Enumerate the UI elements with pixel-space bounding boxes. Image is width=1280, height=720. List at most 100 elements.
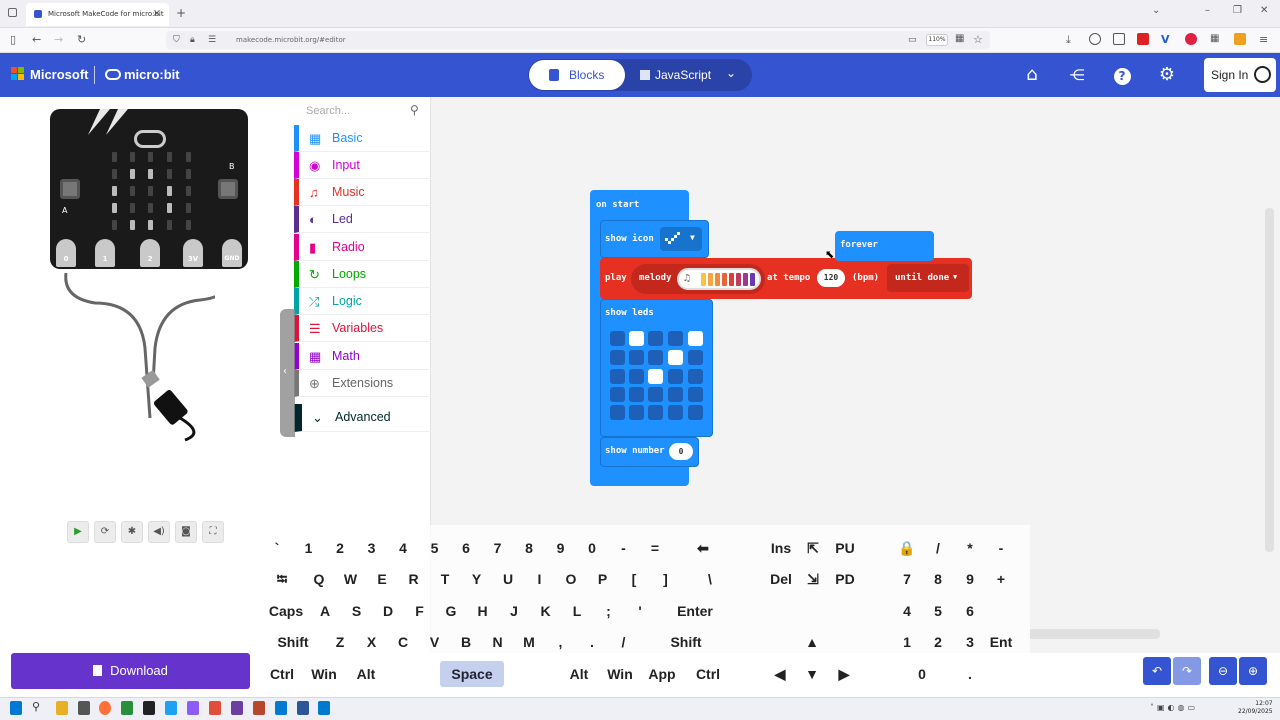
- key[interactable]: 3: [958, 629, 982, 655]
- key[interactable]: Q: [305, 566, 333, 592]
- bookmark-star-icon[interactable]: ☆: [973, 33, 983, 46]
- key[interactable]: Y: [463, 566, 491, 592]
- key[interactable]: App: [645, 661, 679, 687]
- permissions-icon[interactable]: ☰: [208, 35, 216, 45]
- taskbar-app-icon[interactable]: [275, 701, 287, 715]
- led-cell[interactable]: [629, 350, 644, 365]
- help-icon[interactable]: ?: [1111, 64, 1133, 86]
- key[interactable]: 4: [895, 598, 919, 624]
- tempo-input[interactable]: 120: [817, 269, 845, 287]
- toolbox-category-input[interactable]: ◉ Input: [294, 152, 431, 179]
- tab-list-chevron-icon[interactable]: ⌄: [1152, 5, 1160, 16]
- led-cell[interactable]: [688, 405, 703, 420]
- key[interactable]: Alt: [562, 661, 596, 687]
- key[interactable]: G: [437, 598, 465, 624]
- led-cell[interactable]: [688, 350, 703, 365]
- blocks-button[interactable]: Blocks: [529, 60, 625, 90]
- key[interactable]: Space: [440, 661, 504, 687]
- key[interactable]: M: [515, 629, 543, 655]
- minimize-icon[interactable]: –: [1205, 5, 1210, 16]
- led-cell[interactable]: [648, 350, 663, 365]
- key[interactable]: ⇱: [802, 535, 824, 561]
- key[interactable]: Del: [766, 566, 796, 592]
- key[interactable]: +: [989, 566, 1013, 592]
- key[interactable]: 6: [452, 535, 480, 561]
- key[interactable]: T: [431, 566, 459, 592]
- key[interactable]: .: [958, 661, 982, 687]
- led-cell[interactable]: [648, 387, 663, 402]
- zoom-level[interactable]: 110%: [926, 34, 948, 46]
- key[interactable]: ]: [652, 566, 680, 592]
- key[interactable]: ': [626, 598, 654, 624]
- key[interactable]: 8: [515, 535, 543, 561]
- key[interactable]: L: [563, 598, 591, 624]
- taskbar-app-icon[interactable]: [121, 701, 133, 715]
- taskbar-app-icon[interactable]: [165, 701, 177, 715]
- led-cell[interactable]: [668, 331, 683, 346]
- key[interactable]: =: [641, 535, 669, 561]
- key[interactable]: Shift: [650, 629, 722, 655]
- key[interactable]: Alt: [349, 661, 383, 687]
- restart-icon[interactable]: ⟳: [94, 521, 116, 543]
- key[interactable]: 0: [895, 661, 949, 687]
- redo-icon[interactable]: ↷: [1173, 657, 1201, 685]
- key[interactable]: H: [469, 598, 497, 624]
- taskbar-clock[interactable]: 12:07 22/09/2025: [1238, 700, 1273, 716]
- toolbox-category-music[interactable]: ♫ Music: [294, 179, 431, 206]
- toolbox-category-basic[interactable]: ▦ Basic: [294, 125, 431, 152]
- melody-picker[interactable]: ♫: [677, 268, 761, 290]
- key[interactable]: 7: [484, 535, 512, 561]
- toolbox-category-loops[interactable]: ↻ Loops: [294, 261, 431, 288]
- key[interactable]: Win: [307, 661, 341, 687]
- key[interactable]: O: [557, 566, 585, 592]
- key[interactable]: ▶: [832, 661, 856, 687]
- key[interactable]: Shift: [268, 629, 318, 655]
- icon-dropdown[interactable]: ▼: [660, 227, 702, 251]
- key[interactable]: ▲: [800, 629, 824, 655]
- key[interactable]: J: [500, 598, 528, 624]
- addon-red-icon[interactable]: [1137, 33, 1149, 45]
- led-cell[interactable]: [610, 405, 625, 420]
- key[interactable]: 🔒: [895, 535, 919, 561]
- key[interactable]: S: [343, 598, 371, 624]
- key[interactable]: E: [368, 566, 396, 592]
- key[interactable]: ,: [547, 629, 575, 655]
- key[interactable]: 5: [926, 598, 950, 624]
- key[interactable]: *: [958, 535, 982, 561]
- key[interactable]: R: [400, 566, 428, 592]
- key[interactable]: Ent: [987, 629, 1015, 655]
- led-cell[interactable]: [668, 369, 683, 384]
- key[interactable]: B: [452, 629, 480, 655]
- sidebar-icon[interactable]: ▯: [10, 33, 16, 46]
- taskbar-app-icon[interactable]: [187, 701, 199, 715]
- menu-icon[interactable]: ≡: [1259, 33, 1268, 46]
- powerpoint-icon[interactable]: [253, 701, 265, 715]
- key[interactable]: 8: [926, 566, 950, 592]
- key[interactable]: ⭾: [268, 566, 296, 592]
- led-cell[interactable]: [688, 331, 703, 346]
- key[interactable]: .: [578, 629, 606, 655]
- key[interactable]: 1: [295, 535, 323, 561]
- key[interactable]: 0: [578, 535, 606, 561]
- key[interactable]: /: [610, 629, 638, 655]
- led-cell[interactable]: [610, 350, 625, 365]
- key[interactable]: V: [421, 629, 449, 655]
- key[interactable]: -: [610, 535, 638, 561]
- key[interactable]: U: [494, 566, 522, 592]
- collapse-simulator-handle[interactable]: ‹: [280, 309, 295, 437]
- toolbox-category-radio[interactable]: ▮ Radio: [294, 234, 431, 261]
- mute-speaker-icon[interactable]: ◀): [148, 521, 170, 543]
- led-cell[interactable]: [610, 387, 625, 402]
- reload-icon[interactable]: ↻: [77, 33, 86, 46]
- key[interactable]: /: [926, 535, 950, 561]
- number-input[interactable]: 0: [669, 443, 693, 460]
- extension-icon[interactable]: [1113, 33, 1125, 45]
- key[interactable]: ◀: [768, 661, 792, 687]
- word-icon[interactable]: [297, 701, 309, 715]
- key[interactable]: PD: [830, 566, 860, 592]
- restore-icon[interactable]: ❐: [1233, 5, 1242, 16]
- microbit-brand[interactable]: micro:bit: [124, 67, 180, 82]
- key[interactable]: \: [680, 566, 740, 592]
- account-icon[interactable]: [1089, 33, 1101, 45]
- key[interactable]: 7: [895, 566, 919, 592]
